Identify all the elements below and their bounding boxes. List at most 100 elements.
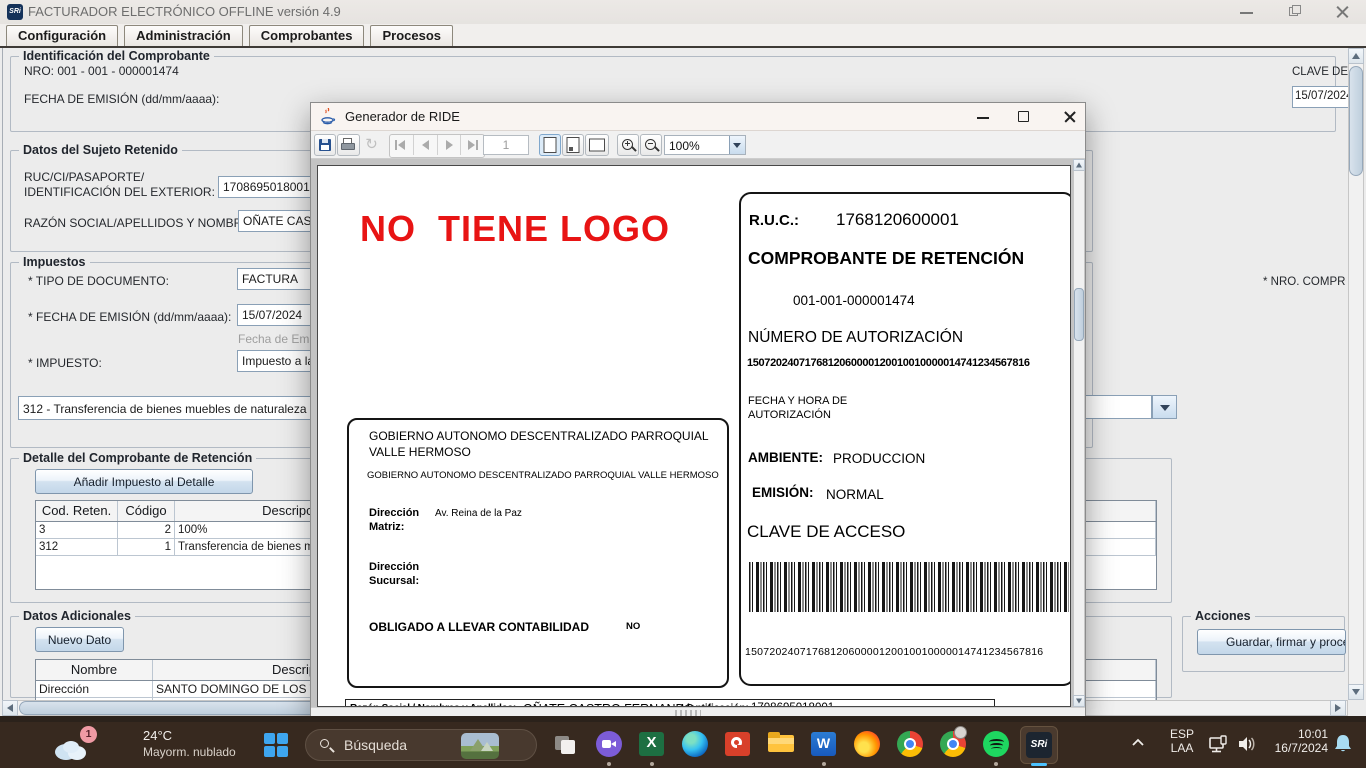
ride-scroll-down-icon[interactable] bbox=[1073, 695, 1085, 707]
zoom-in-icon[interactable] bbox=[617, 134, 639, 156]
adicionales-cell: Dirección bbox=[36, 681, 153, 697]
group-acciones-title: Acciones bbox=[1191, 609, 1255, 623]
notification-bell-icon[interactable] bbox=[1333, 732, 1353, 761]
language-indicator[interactable]: ESP LAA bbox=[1165, 727, 1199, 755]
main-titlebar: SRi FACTURADOR ELECTRÓNICO OFFLINE versi… bbox=[0, 0, 1366, 24]
dialog-maximize-button[interactable] bbox=[1007, 103, 1041, 131]
tray-chevron-icon[interactable] bbox=[1130, 736, 1146, 754]
scroll-up-button[interactable] bbox=[1348, 48, 1364, 64]
emision-value: NORMAL bbox=[826, 487, 884, 502]
spotify-icon[interactable] bbox=[982, 730, 1010, 758]
zoom-level-combo[interactable]: 100% bbox=[664, 135, 746, 155]
ride-dialog-titlebar[interactable]: Generador de RIDE bbox=[311, 103, 1085, 131]
scroll-down-button[interactable] bbox=[1348, 684, 1364, 700]
firefox-icon[interactable] bbox=[853, 730, 881, 758]
taskbar: 1 24°C Mayorm. nublado Búsqueda bbox=[0, 722, 1366, 768]
ride-dialog: Generador de RIDE ↻ 1 bbox=[310, 102, 1086, 718]
group-detalle-title: Detalle del Comprobante de Retención bbox=[19, 451, 256, 465]
menu-administracion[interactable]: Administración bbox=[124, 25, 243, 48]
detalle-cell: 2 bbox=[118, 522, 175, 538]
zoom-level-value: 100% bbox=[669, 139, 700, 153]
clave-numero: 1507202407176812060000120010010000014741… bbox=[745, 646, 1043, 658]
page-number-field[interactable]: 1 bbox=[483, 135, 529, 155]
edge-icon[interactable] bbox=[681, 730, 709, 758]
pdf-app-icon[interactable] bbox=[724, 730, 752, 758]
panel-left-edge bbox=[2, 48, 3, 700]
print-icon[interactable] bbox=[337, 134, 360, 156]
chrome-profile-icon[interactable] bbox=[939, 730, 967, 758]
autorizacion-label: NÚMERO DE AUTORIZACIÓN bbox=[748, 329, 963, 347]
ride-document-area: NO TIENE LOGO GOBIERNO AUTONOMO DESCENTR… bbox=[311, 159, 1085, 707]
single-page-view-icon[interactable] bbox=[539, 134, 561, 156]
group-sujeto-title: Datos del Sujeto Retenido bbox=[19, 143, 182, 157]
close-button[interactable] bbox=[1328, 4, 1358, 20]
scroll-left-button[interactable] bbox=[2, 700, 18, 716]
anadir-impuesto-button[interactable]: Añadir Impuesto al Detalle bbox=[35, 469, 253, 494]
excel-icon[interactable]: X bbox=[638, 730, 666, 758]
network-icon[interactable] bbox=[1208, 735, 1230, 760]
sri-app-active[interactable]: SRi bbox=[1020, 726, 1058, 764]
ride-vscroll-thumb[interactable] bbox=[1074, 288, 1084, 341]
screen: SRi FACTURADOR ELECTRÓNICO OFFLINE versi… bbox=[0, 0, 1366, 768]
last-page-icon[interactable] bbox=[461, 135, 484, 155]
ruc-doc-value: 1768120600001 bbox=[836, 210, 959, 230]
volume-icon[interactable] bbox=[1237, 735, 1257, 758]
detalle-cell: 312 bbox=[36, 539, 118, 555]
fecha-emision-imp-label: * FECHA DE EMISIÓN (dd/mm/aaaa): bbox=[28, 310, 231, 324]
impuesto-field[interactable]: Impuesto a la bbox=[237, 350, 321, 372]
zoom-out-icon[interactable] bbox=[640, 134, 662, 156]
menu-row: Configuración Administración Comprobante… bbox=[6, 25, 453, 48]
ride-dialog-title: Generador de RIDE bbox=[345, 109, 460, 124]
running-dot bbox=[650, 762, 654, 766]
fecha-emision-imp-field[interactable]: 15/07/2024 bbox=[237, 304, 321, 326]
chrome-icon[interactable] bbox=[896, 730, 924, 758]
next-page-icon[interactable] bbox=[438, 135, 462, 155]
search-icon bbox=[320, 739, 329, 748]
clock[interactable]: 10:01 16/7/2024 bbox=[1272, 727, 1328, 755]
search-box[interactable]: Búsqueda bbox=[305, 729, 537, 761]
detalle-header-cod: Cod. Reten. bbox=[36, 501, 118, 521]
vscroll-thumb[interactable] bbox=[1349, 66, 1363, 176]
guardar-firmar-button[interactable]: Guardar, firmar y procesa bbox=[1197, 629, 1346, 655]
ride-vscrollbar[interactable] bbox=[1073, 159, 1085, 707]
detalle-header-codigo: Código bbox=[118, 501, 175, 521]
emisor-nombre-comercial: GOBIERNO AUTONOMO DESCENTRALIZADO PARROQ… bbox=[367, 470, 723, 481]
search-icon-handle bbox=[329, 747, 335, 753]
chat-app-icon[interactable] bbox=[595, 730, 623, 758]
word-icon[interactable]: W bbox=[810, 730, 838, 758]
refresh-icon[interactable]: ↻ bbox=[361, 134, 382, 156]
emisor-box: GOBIERNO AUTONOMO DESCENTRALIZADO PARROQ… bbox=[347, 418, 729, 688]
page-nav-group bbox=[389, 134, 485, 158]
tipo-documento-field[interactable]: FACTURA bbox=[237, 268, 321, 290]
menu-configuracion[interactable]: Configuración bbox=[6, 25, 118, 48]
menu-procesos[interactable]: Procesos bbox=[370, 25, 453, 48]
impuesto-label: * IMPUESTO: bbox=[28, 356, 102, 370]
zoom-combo-arrow[interactable] bbox=[729, 136, 745, 154]
fecha-autorizacion-label: FECHA Y HORA DE AUTORIZACIÓN bbox=[748, 394, 847, 422]
right-combo-arrow[interactable] bbox=[1152, 395, 1177, 419]
task-view-icon[interactable] bbox=[552, 730, 580, 758]
restore-button[interactable] bbox=[1280, 4, 1310, 20]
fit-page-view-icon[interactable] bbox=[562, 134, 584, 156]
running-dot bbox=[607, 762, 611, 766]
menu-comprobantes[interactable]: Comprobantes bbox=[249, 25, 365, 48]
nro-comprobante-label: * NRO. COMPROB bbox=[1263, 276, 1346, 288]
weather-widget[interactable]: 1 24°C Mayorm. nublado bbox=[46, 726, 206, 764]
ambiente-label: AMBIENTE: bbox=[748, 450, 823, 465]
ride-scroll-up-icon[interactable] bbox=[1073, 159, 1085, 171]
fecha-emision-hint: Fecha de Emis bbox=[238, 332, 316, 346]
minimize-button[interactable] bbox=[1232, 4, 1262, 20]
first-page-icon[interactable] bbox=[390, 135, 414, 155]
scroll-right-button[interactable] bbox=[1330, 700, 1346, 716]
contabilidad-label: OBLIGADO A LLEVAR CONTABILIDAD bbox=[369, 620, 589, 634]
nro-comprobante: NRO: 001 - 001 - 000001474 bbox=[24, 64, 179, 78]
dialog-close-button[interactable] bbox=[1053, 103, 1087, 131]
fit-width-view-icon[interactable] bbox=[585, 134, 609, 156]
start-button[interactable] bbox=[263, 732, 289, 758]
file-explorer-icon[interactable] bbox=[767, 730, 795, 758]
save-icon[interactable] bbox=[314, 134, 336, 156]
weather-temp: 24°C bbox=[143, 728, 172, 743]
prev-page-icon[interactable] bbox=[414, 135, 438, 155]
nuevo-dato-button[interactable]: Nuevo Dato bbox=[35, 627, 124, 652]
dialog-minimize-button[interactable] bbox=[961, 103, 995, 131]
